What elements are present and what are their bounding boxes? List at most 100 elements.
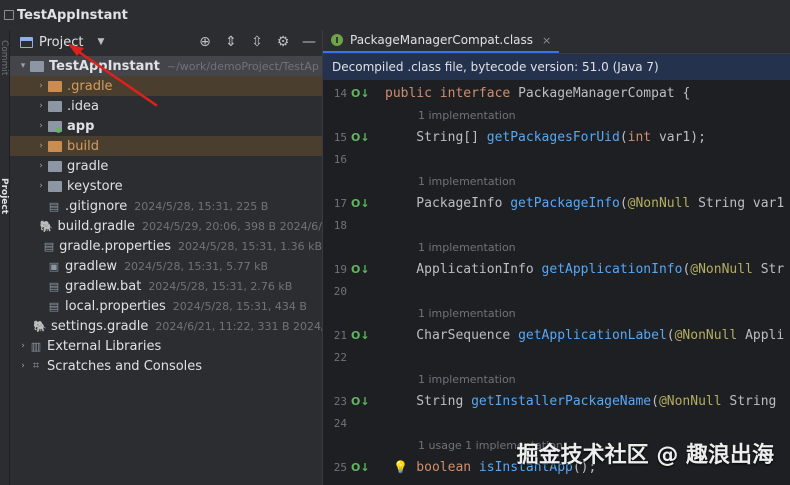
chevron-down-icon[interactable]: ▾ <box>16 61 30 71</box>
implementation-hint[interactable]: 1 implementation <box>418 175 516 188</box>
toolstrip-project[interactable]: Project <box>0 178 9 214</box>
tree-item-label: TestAppInstant <box>49 58 160 74</box>
toolstrip-commit[interactable]: Commit <box>0 40 9 75</box>
implemented-by-icon[interactable]: O↓ <box>351 461 370 474</box>
folder-icon <box>48 160 62 172</box>
tree-item[interactable]: ▤ gradle.properties 2024/5/28, 15:31, 1.36… <box>10 236 322 256</box>
implemented-by-icon[interactable]: O↓ <box>351 197 370 210</box>
code-token: String var1 <box>698 195 785 211</box>
line-number: 25 <box>333 460 347 474</box>
code-vision-hint: 1 implementation <box>323 302 790 324</box>
tree-item[interactable]: ▤ .gitignore 2024/5/28, 15:31, 225 B <box>10 196 322 216</box>
line-number: 16 <box>333 152 347 166</box>
code-token: CharSequence <box>385 327 519 343</box>
expand-all-icon[interactable]: ⇕ <box>218 34 244 50</box>
code-token: ( <box>619 129 628 145</box>
file-icon: ▤ <box>48 199 60 213</box>
folder-icon <box>48 180 62 192</box>
file-icon: ▤ <box>48 279 60 293</box>
executable-icon: ▣ <box>48 259 60 273</box>
collapse-all-icon[interactable]: ⇳ <box>244 34 270 50</box>
line-number: 18 <box>333 218 347 232</box>
code-text: CharSequence getApplicationLabel(@NonNul… <box>385 328 784 343</box>
code-vision-hint: 1 implementation <box>323 104 790 126</box>
implemented-by-icon[interactable]: O↓ <box>351 395 370 408</box>
line-number: 14 <box>333 86 347 100</box>
tree-item[interactable]: › build <box>10 136 322 156</box>
tree-item[interactable]: › gradle <box>10 156 322 176</box>
editor-tab-packagemanagercompat[interactable]: I PackageManagerCompat.class × <box>323 29 560 53</box>
implementation-hint[interactable]: 1 implementation <box>418 373 516 386</box>
code-vision-hint: 1 implementation <box>323 170 790 192</box>
line-number: 22 <box>333 350 347 364</box>
tree-item-label: gradlew <box>65 258 118 274</box>
chevron-right-icon[interactable]: › <box>34 121 48 131</box>
chevron-right-icon[interactable]: › <box>34 161 48 171</box>
code-text: String[] getPackagesForUid(int var1); <box>385 130 706 145</box>
code-token: String <box>729 393 777 409</box>
chevron-right-icon[interactable]: › <box>34 181 48 191</box>
implementation-hint[interactable]: 1 implementation <box>418 307 516 320</box>
editor-pane: I PackageManagerCompat.class × Decompile… <box>322 29 790 485</box>
watermark: 掘金技术社区 @ 趣浪出海 <box>516 443 774 468</box>
gradle-icon: 🐘 <box>33 319 47 333</box>
close-icon[interactable]: × <box>542 34 551 47</box>
code-token: PackageInfo <box>385 195 511 211</box>
tree-item[interactable]: › .gradle <box>10 76 322 96</box>
file-icon: ▤ <box>43 239 55 253</box>
code-token: boolean <box>385 459 479 475</box>
implemented-by-icon[interactable]: O↓ <box>351 87 370 100</box>
chevron-right-icon[interactable]: › <box>34 101 48 111</box>
tree-item[interactable]: ▤ gradlew.bat 2024/5/28, 15:31, 2.76 kB <box>10 276 322 296</box>
tree-item[interactable]: › ⌗ Scratches and Consoles <box>10 356 322 376</box>
implemented-by-icon[interactable]: O↓ <box>351 131 370 144</box>
code-token: int <box>627 129 659 145</box>
implemented-by-icon[interactable]: O↓ <box>351 263 370 276</box>
code-text: String getInstallerPackageName(@NonNull … <box>385 394 776 409</box>
tree-item[interactable]: ▣ gradlew 2024/5/28, 15:31, 5.77 kB <box>10 256 322 276</box>
library-icon: ▥ <box>30 339 42 353</box>
tree-item[interactable]: ▤ local.properties 2024/5/28, 15:31, 434 B <box>10 296 322 316</box>
code-token: PackageManagerCompat { <box>518 85 691 101</box>
implementation-hint[interactable]: 1 implementation <box>418 241 516 254</box>
implementation-hint[interactable]: 1 implementation <box>418 109 516 122</box>
folder-icon <box>48 140 62 152</box>
implemented-by-icon[interactable]: O↓ <box>351 329 370 342</box>
title-bar: TestAppInstant <box>0 0 790 30</box>
tree-item[interactable]: › keystore <box>10 176 322 196</box>
tree-item[interactable]: 🐘 build.gradle 2024/5/29, 20:06, 398 B 202… <box>10 216 322 236</box>
chevron-right-icon[interactable]: › <box>34 141 48 151</box>
tree-item[interactable]: ▾ TestAppInstant ~/work/demoProject/TestAp <box>10 56 322 76</box>
minimize-icon[interactable]: — <box>296 34 322 50</box>
code-area[interactable]: 14 O↓ public interface PackageManagerCompa… <box>323 82 790 485</box>
gear-icon[interactable]: ⚙ <box>270 34 296 50</box>
code-line: 23 O↓ String getInstallerPackageName(@Non… <box>323 390 790 412</box>
tree-item-meta: 2024/5/28, 15:31, 1.36 kB <box>178 239 322 253</box>
scratch-icon: ⌗ <box>32 359 40 372</box>
module-badge-icon <box>56 128 61 133</box>
project-panel-header: Project ▼ ⊕ ⇕ ⇳ ⚙ — <box>10 30 322 54</box>
code-line: 24 <box>323 412 790 434</box>
chevron-down-icon[interactable]: ▼ <box>97 37 104 47</box>
chevron-right-icon[interactable]: › <box>16 341 30 351</box>
tree-item[interactable]: 🐘 settings.gradle 2024/6/21, 11:22, 331 B … <box>10 316 325 336</box>
code-token: getApplicationInfo <box>541 261 683 277</box>
code-token: String[] <box>385 129 487 145</box>
chevron-right-icon[interactable]: › <box>34 81 48 91</box>
code-line: 15 O↓ String[] getPackagesForUid(int var1… <box>323 126 790 148</box>
code-line: 20 <box>323 280 790 302</box>
tree-item[interactable]: › .idea <box>10 96 322 116</box>
line-number: 23 <box>333 394 347 408</box>
interface-icon: I <box>331 34 343 46</box>
code-text: PackageInfo getPackageInfo(@NonNull Stri… <box>385 196 784 211</box>
tree-item[interactable]: › ▥ External Libraries <box>10 336 322 356</box>
window-icon <box>4 10 14 20</box>
left-tool-strip: Commit Project <box>0 30 10 485</box>
locate-icon[interactable]: ⊕ <box>192 34 218 50</box>
code-line: 18 <box>323 214 790 236</box>
tree-item[interactable]: › app <box>10 116 322 136</box>
chevron-right-icon[interactable]: › <box>16 361 30 371</box>
tree-item-label: app <box>67 118 95 134</box>
project-view-selector[interactable]: Project <box>39 35 83 50</box>
project-window-icon <box>20 36 33 48</box>
